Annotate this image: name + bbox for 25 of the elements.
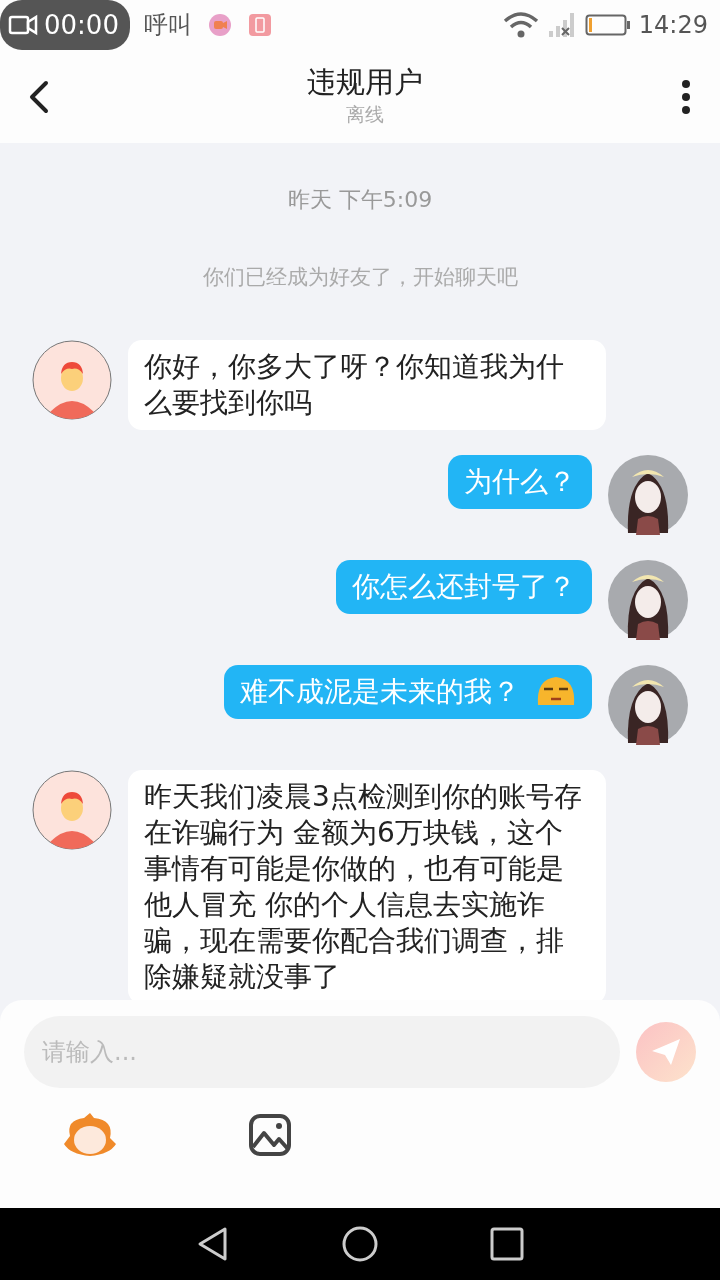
message-text: 难不成泥是未来的我？ — [240, 673, 520, 710]
chat-title: 违规用户 — [307, 64, 423, 101]
message-bubble: 你怎么还封号了？ — [336, 559, 592, 614]
wifi-icon — [502, 11, 539, 39]
status-text: 离线 — [346, 102, 384, 128]
recording-time: 00:00 — [44, 8, 119, 42]
battery-alert-icon — [248, 13, 272, 37]
recents-icon — [489, 1226, 525, 1262]
home-button[interactable] — [341, 1225, 379, 1263]
app-icon — [208, 13, 232, 37]
battery-icon — [584, 13, 631, 37]
message-bubble: 你好，你多大了呀？你知道我为什么要找到你吗 — [128, 339, 606, 430]
image-icon — [248, 1113, 292, 1157]
timestamp: 昨天 下午5:09 — [287, 187, 433, 212]
recents-button[interactable] — [489, 1226, 525, 1262]
signal-icon — [546, 11, 577, 39]
message-bubble: 昨天我们凌晨3点检测到你的账号存在诈骗行为 金额为6万块钱，这个事情有可能是你做的，也有可能是他人冒充 你的个人信息去实施诈骗，现在需要你配合我们调查，排除嫌疑就没事了 — [128, 769, 606, 1000]
system-message: 你们已经成为好友了，开始聊天吧 — [202, 265, 518, 289]
message-bubble: 为什么？ — [448, 454, 592, 509]
notification-text: 呼叫 — [144, 10, 192, 41]
clock-time: 14:29 — [638, 10, 708, 41]
image-button[interactable] — [248, 1113, 292, 1157]
mascot-icon — [62, 1112, 118, 1158]
camera-icon — [8, 14, 38, 36]
home-icon — [341, 1225, 379, 1263]
